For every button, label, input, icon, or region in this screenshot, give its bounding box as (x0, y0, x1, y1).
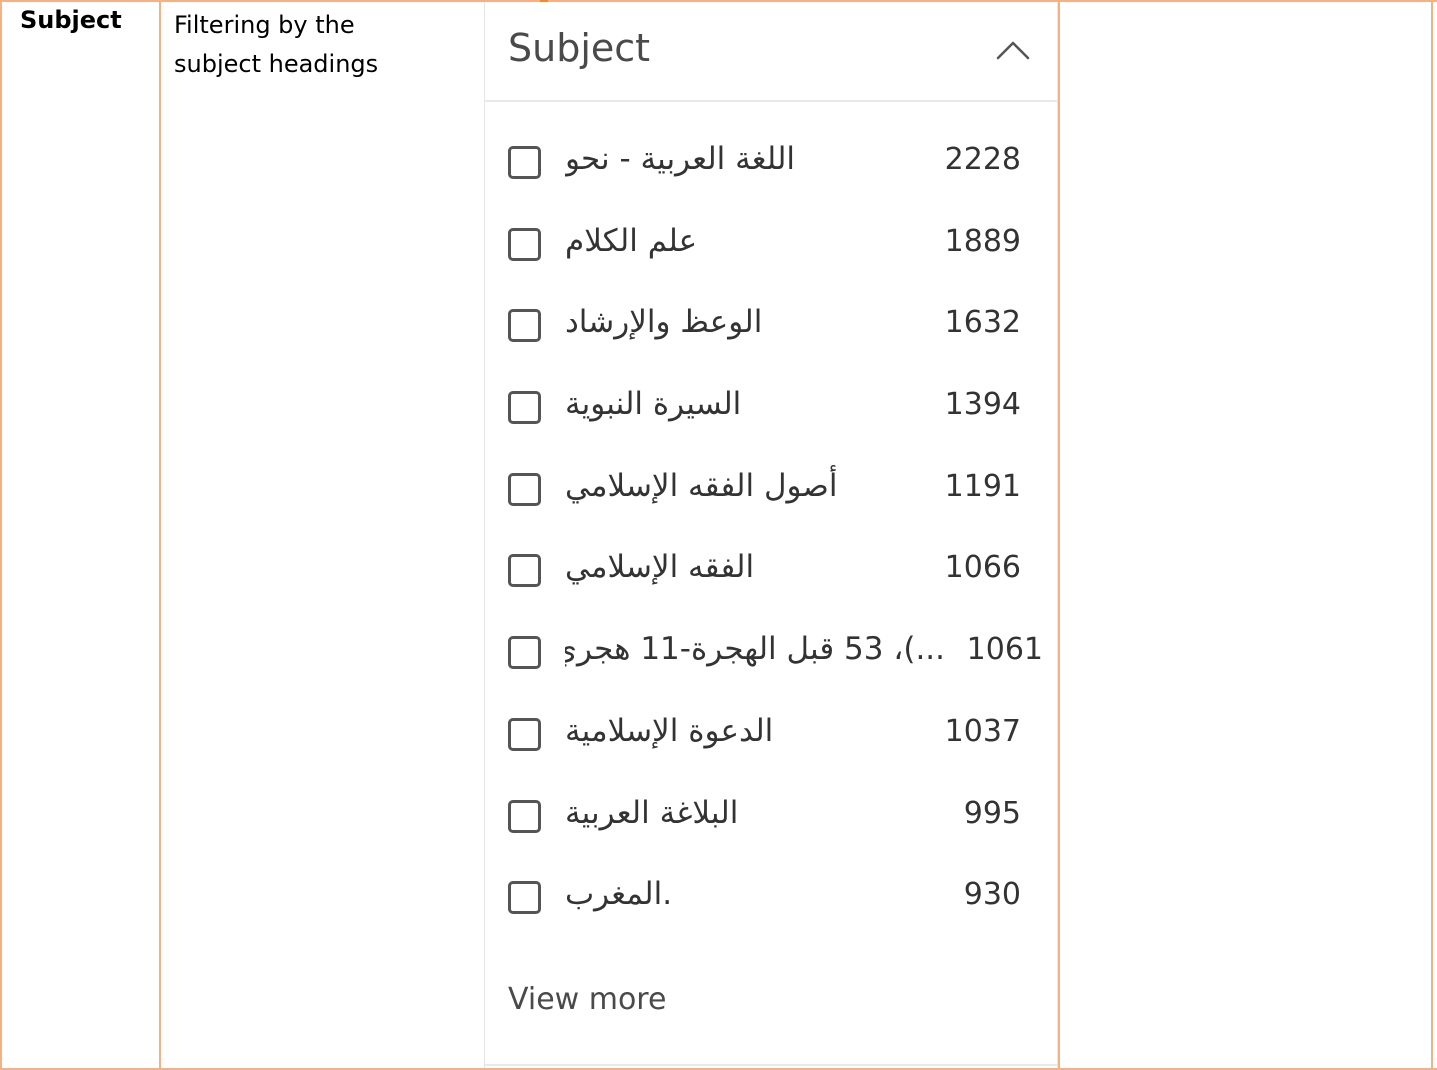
row-description-line: subject headings (174, 50, 379, 78)
facet-term: .المغرب (565, 876, 673, 913)
facet-item[interactable]: الفقه الإسلامي 1066 (485, 530, 1057, 612)
table-border-left (0, 0, 2, 1070)
facet-item[interactable]: اللغة العربية - نحو 2228 (485, 122, 1057, 204)
facet-count: 1394 (944, 387, 1021, 423)
facet-checkbox[interactable] (508, 146, 541, 179)
facet-item[interactable]: علم الكلام 1889 (485, 204, 1057, 286)
facet-checkbox[interactable] (508, 799, 541, 833)
chevron-up-icon[interactable] (995, 36, 1031, 66)
facet-count: 995 (963, 795, 1021, 831)
facet-count: 1632 (944, 305, 1021, 341)
facet-checkbox[interactable] (508, 227, 541, 261)
facet-count: 1066 (944, 550, 1021, 586)
document-page: Subject Filtering by the subject heading… (0, 0, 1437, 1070)
row-description-line: Filtering by the (174, 11, 355, 39)
facet-checkbox[interactable] (508, 636, 541, 670)
facet-item[interactable]: الدعوة الإسلامية 1037 (485, 694, 1057, 776)
row-description: Filtering by the subject headings (174, 6, 474, 84)
table-column-divider (159, 0, 161, 1070)
facet-term: الفقه الإسلامي (565, 549, 755, 586)
facet-count: 2228 (944, 142, 1021, 177)
view-more-link[interactable]: View more (508, 982, 666, 1017)
facet-checkbox[interactable] (508, 881, 541, 915)
facet-count: 930 (963, 877, 1021, 913)
facet-checkbox[interactable] (508, 472, 541, 506)
facet-item[interactable]: الوعظ والإرشاد 1632 (485, 285, 1057, 367)
facet-item[interactable]: البلاغة العربية 995 (485, 776, 1057, 858)
row-label: Subject (20, 6, 122, 34)
facet-count: 1191 (944, 468, 1021, 504)
facet-checkbox[interactable] (508, 391, 541, 425)
facet-count: 1889 (944, 223, 1021, 259)
facet-title: Subject (508, 26, 651, 70)
subject-facet-panel: Subject اللغة العربية - نحو 2228 علم الك… (484, 2, 1058, 1068)
facet-item[interactable]: أصول الفقه الإسلامي 1191 (485, 449, 1057, 531)
facet-item[interactable]: .المغرب 930 (485, 857, 1057, 939)
facet-list: اللغة العربية - نحو 2228 علم الكلام 1889… (485, 122, 1057, 939)
facet-checkbox[interactable] (508, 309, 541, 343)
facet-count: 1061 (966, 632, 1043, 668)
facet-term: اللغة العربية - نحو (565, 141, 796, 177)
facet-term: الوعظ والإرشاد (565, 304, 763, 341)
facet-divider (485, 1064, 1057, 1066)
table-border-right (1431, 0, 1433, 1070)
facet-checkbox[interactable] (508, 554, 541, 588)
facet-term: علم الكلام (565, 222, 698, 259)
facet-header[interactable]: Subject (485, 2, 1057, 102)
facet-term: السيرة النبوية (565, 386, 742, 423)
facet-term: البلاغة العربية (565, 794, 739, 831)
facet-term: الدعوة الإسلامية (565, 712, 774, 749)
facet-item[interactable]: السيرة النبوية 1394 (485, 367, 1057, 449)
table-column-divider (1058, 0, 1060, 1070)
facet-item[interactable]: ...)، 53 قبل الهجرة-11 هجري 1061 (485, 612, 1057, 694)
facet-term: أصول الفقه الإسلامي (565, 467, 838, 504)
facet-checkbox[interactable] (508, 717, 541, 751)
facet-count: 1037 (944, 713, 1021, 749)
facet-term: ...)، 53 قبل الهجرة-11 هجري (565, 631, 945, 668)
